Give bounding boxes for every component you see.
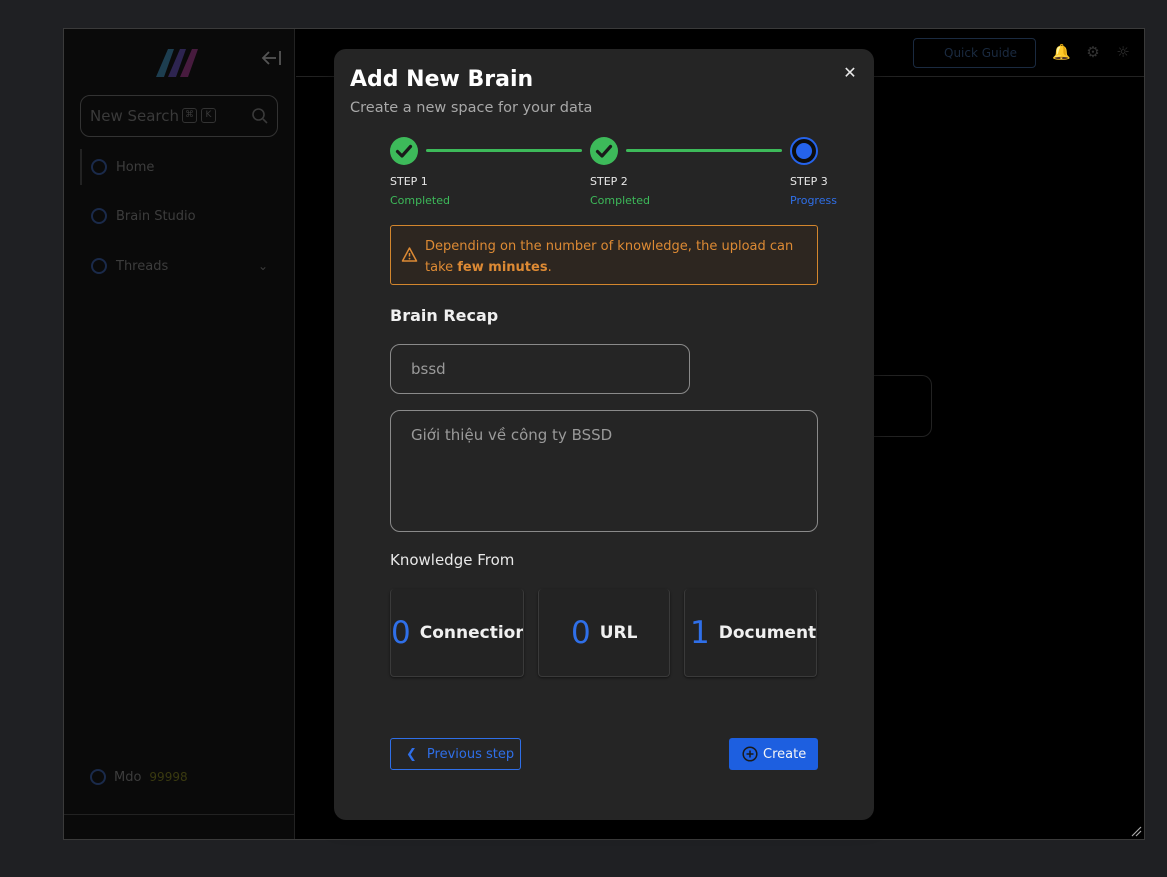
cmd-key: ⌘ bbox=[182, 108, 197, 123]
brain-name-input[interactable] bbox=[390, 344, 690, 394]
sidebar-search-label: New Search bbox=[90, 107, 180, 125]
previous-step-button[interactable]: ❮ Previous step bbox=[390, 738, 521, 770]
chevron-left-icon: ❮ bbox=[406, 746, 417, 762]
knowledge-from-title: Knowledge From bbox=[390, 551, 515, 569]
gear-icon[interactable]: ⚙ bbox=[1085, 44, 1101, 60]
home-icon bbox=[91, 159, 107, 175]
create-button[interactable]: Create bbox=[729, 738, 818, 770]
step-connector bbox=[426, 149, 582, 152]
sidebar-item-label: Home bbox=[116, 159, 155, 175]
k-key: K bbox=[201, 108, 216, 123]
brain-recap-title: Brain Recap bbox=[390, 306, 499, 325]
sidebar-search-button[interactable]: New Search ⌘ K bbox=[80, 95, 278, 137]
previous-step-label: Previous step bbox=[426, 746, 515, 762]
warning-icon bbox=[401, 247, 418, 262]
step-1-label: STEP 1 bbox=[390, 175, 428, 188]
resize-grip-icon[interactable] bbox=[1130, 825, 1142, 837]
url-label: URL bbox=[599, 622, 638, 643]
brain-studio-icon bbox=[91, 208, 107, 224]
modal-subtitle: Create a new space for your data bbox=[350, 100, 593, 116]
step-3-progress-icon bbox=[790, 137, 818, 165]
sidebar-item-label: Brain Studio bbox=[116, 208, 196, 224]
step-1-check-icon bbox=[390, 137, 418, 165]
upload-warning: Depending on the number of knowledge, th… bbox=[390, 225, 818, 285]
step-connector bbox=[626, 149, 782, 152]
add-brain-modal: Add New Brain Create a new space for you… bbox=[334, 49, 874, 820]
create-label: Create bbox=[763, 746, 807, 762]
background-search-box bbox=[864, 375, 932, 437]
step-3-status: Progress bbox=[790, 194, 837, 207]
warning-emphasis: few minutes bbox=[457, 260, 548, 275]
step-2-check-icon bbox=[590, 137, 618, 165]
knowledge-connection-card: 0 Connection bbox=[390, 589, 524, 677]
sidebar-item-brain-studio[interactable]: Brain Studio bbox=[80, 199, 278, 233]
modal-title: Add New Brain bbox=[350, 67, 534, 92]
connection-label: Connection bbox=[419, 622, 524, 643]
sun-icon[interactable]: ☼ bbox=[1115, 44, 1131, 60]
knowledge-url-card: 0 URL bbox=[538, 589, 670, 677]
user-name: Mdo bbox=[114, 769, 142, 785]
step-1-status: Completed bbox=[390, 194, 450, 207]
sidebar-item-threads[interactable]: Threads ⌄ bbox=[80, 249, 278, 283]
document-label: Document bbox=[718, 622, 817, 643]
divider bbox=[64, 814, 295, 815]
search-icon bbox=[252, 108, 268, 124]
step-2-label: STEP 2 bbox=[590, 175, 628, 188]
url-count: 0 bbox=[571, 614, 591, 651]
user-profile[interactable]: Mdo 99998 bbox=[90, 769, 188, 785]
step-2-status: Completed bbox=[590, 194, 650, 207]
quick-guide-button[interactable]: Quick Guide bbox=[913, 38, 1036, 68]
sidebar: New Search ⌘ K Home Brain Studio Threads… bbox=[64, 29, 295, 839]
plus-circle-icon bbox=[742, 746, 758, 762]
sidebar-item-label: Threads bbox=[116, 258, 169, 274]
brain-description-input[interactable]: Giới thiệu về công ty BSSD bbox=[390, 410, 818, 532]
logo bbox=[156, 49, 198, 77]
step-3-label: STEP 3 bbox=[790, 175, 828, 188]
threads-icon bbox=[91, 258, 107, 274]
document-count: 1 bbox=[690, 614, 710, 651]
user-credits: 99998 bbox=[149, 770, 188, 784]
chevron-down-icon[interactable]: ⌄ bbox=[258, 259, 268, 273]
connection-count: 0 bbox=[391, 614, 411, 651]
avatar bbox=[90, 769, 106, 785]
collapse-sidebar-icon[interactable] bbox=[260, 49, 284, 67]
sidebar-item-home[interactable]: Home bbox=[80, 150, 278, 184]
warning-text: Depending on the number of knowledge, th… bbox=[425, 239, 794, 275]
bell-icon[interactable]: 🔔 bbox=[1052, 44, 1071, 60]
close-icon[interactable]: ✕ bbox=[842, 65, 858, 81]
knowledge-document-card: 1 Document bbox=[684, 589, 817, 677]
